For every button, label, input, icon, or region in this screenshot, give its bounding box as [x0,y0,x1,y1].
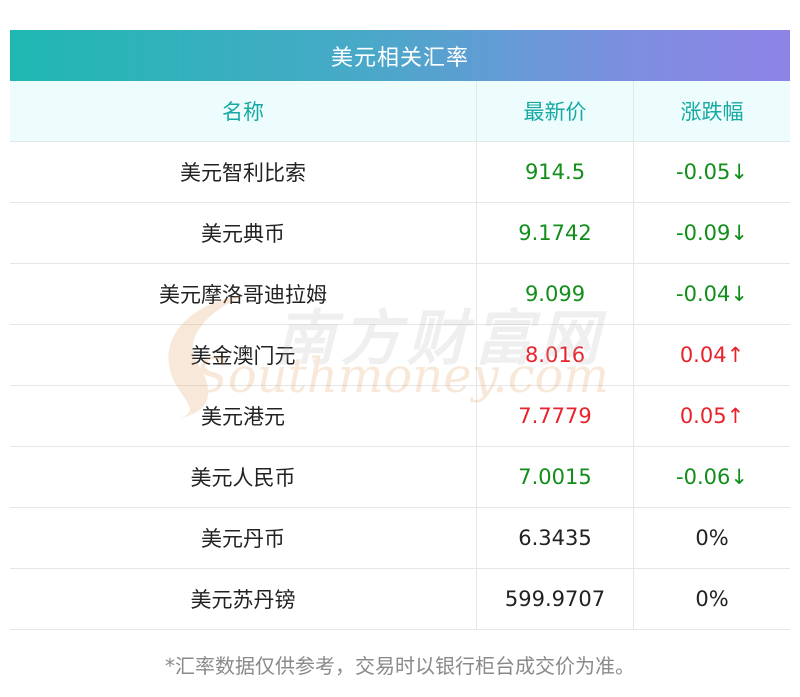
exchange-rate-table: 名称 最新价 涨跌幅 美元智利比索 914.5 -0.05↓ 美元典币 9.17… [10,81,790,630]
table-header-row: 名称 最新价 涨跌幅 [10,81,790,142]
latest-price: 8.016 [477,325,634,385]
table-row[interactable]: 美元苏丹镑 599.9707 0% [10,569,790,630]
table-row[interactable]: 美元智利比索 914.5 -0.05↓ [10,142,790,203]
currency-name: 美元智利比索 [10,142,477,202]
column-header-price: 最新价 [477,81,634,141]
currency-name: 美元港元 [10,386,477,446]
latest-price: 7.7779 [477,386,634,446]
change-percent: -0.06↓ [676,465,748,489]
change-percent: 0% [695,526,729,550]
table-row[interactable]: 美元人民币 7.0015 -0.06↓ [10,447,790,508]
latest-price: 7.0015 [477,447,634,507]
latest-price: 599.9707 [477,569,634,629]
column-header-name: 名称 [10,81,477,141]
change-percent: 0.04↑ [679,343,745,367]
table-row[interactable]: 美元摩洛哥迪拉姆 9.099 -0.04↓ [10,264,790,325]
table-title: 美元相关汇率 [330,45,469,71]
table-title-bar: 美元相关汇率 [10,30,790,81]
currency-name: 美金澳门元 [10,325,477,385]
change-percent: -0.04↓ [676,282,748,306]
change-percent: 0% [695,587,729,611]
column-header-change: 涨跌幅 [680,100,744,124]
latest-price: 914.5 [477,142,634,202]
table-row[interactable]: 美元港元 7.7779 0.05↑ [10,386,790,447]
currency-name: 美元苏丹镑 [10,569,477,629]
table-row[interactable]: 美金澳门元 8.016 0.04↑ [10,325,790,386]
currency-name: 美元典币 [10,203,477,263]
disclaimer-note: *汇率数据仅供参考，交易时以银行柜台成交价为准。 [165,654,635,678]
latest-price: 6.3435 [477,508,634,568]
table-row[interactable]: 美元典币 9.1742 -0.09↓ [10,203,790,264]
change-percent: -0.05↓ [676,160,748,184]
currency-name: 美元摩洛哥迪拉姆 [10,264,477,324]
change-percent: -0.09↓ [676,221,748,245]
currency-name: 美元人民币 [10,447,477,507]
currency-name: 美元丹币 [10,508,477,568]
change-percent: 0.05↑ [679,404,745,428]
latest-price: 9.099 [477,264,634,324]
table-row[interactable]: 美元丹币 6.3435 0% [10,508,790,569]
latest-price: 9.1742 [477,203,634,263]
